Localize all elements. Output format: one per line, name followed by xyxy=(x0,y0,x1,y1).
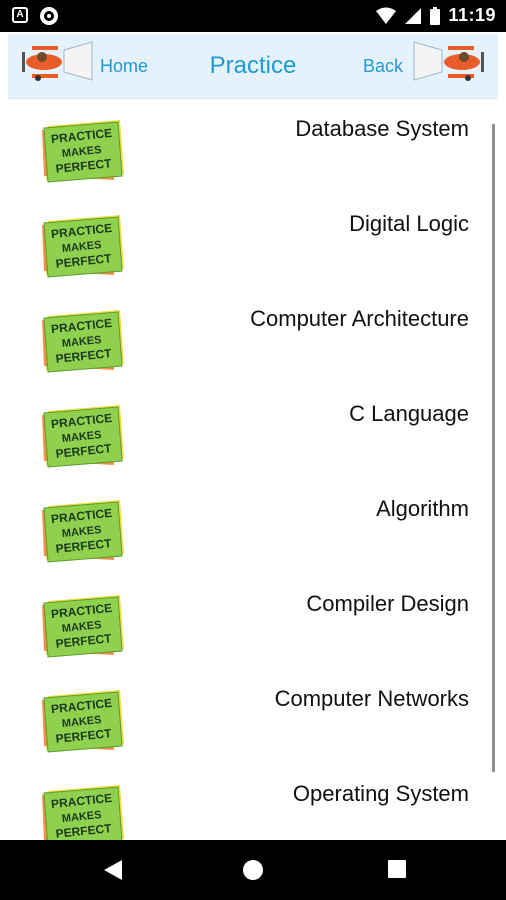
list-item[interactable]: PRACTICE MAKES PERFECT Computer Networks xyxy=(0,668,506,763)
practice-makes-perfect-image: PRACTICE MAKES PERFECT xyxy=(42,120,124,183)
list-item[interactable]: PRACTICE MAKES PERFECT Database System xyxy=(0,98,506,193)
list-item[interactable]: PRACTICE MAKES PERFECT Digital Logic xyxy=(0,193,506,288)
nav-back-icon[interactable] xyxy=(102,858,124,882)
practice-makes-perfect-image: PRACTICE MAKES PERFECT xyxy=(42,595,124,658)
list-item[interactable]: PRACTICE MAKES PERFECT Operating System xyxy=(0,763,506,840)
system-navigation-bar xyxy=(0,840,506,900)
practice-makes-perfect-image: PRACTICE MAKES PERFECT xyxy=(42,310,124,373)
clock: 11:19 xyxy=(448,5,496,25)
signal-icon xyxy=(405,7,422,24)
list-item-label: Computer Architecture xyxy=(250,306,469,331)
status-bar: A 11:19 xyxy=(0,0,506,32)
topic-list: PRACTICE MAKES PERFECT Database System P… xyxy=(0,98,506,840)
list-item[interactable]: PRACTICE MAKES PERFECT Computer Architec… xyxy=(0,288,506,383)
practice-makes-perfect-image: PRACTICE MAKES PERFECT xyxy=(42,785,124,840)
list-item-label: Digital Logic xyxy=(349,211,469,236)
list-item-label: Compiler Design xyxy=(306,591,469,616)
list-item-label: Computer Networks xyxy=(274,686,469,711)
biplane-right-icon xyxy=(413,41,484,81)
practice-makes-perfect-image: PRACTICE MAKES PERFECT xyxy=(42,690,124,753)
wifi-icon xyxy=(376,7,397,24)
notification-a-icon: A xyxy=(12,7,28,23)
back-link[interactable]: Back xyxy=(363,56,403,77)
practice-makes-perfect-image: PRACTICE MAKES PERFECT xyxy=(42,215,124,278)
sync-status-icon xyxy=(40,7,58,25)
nav-home-icon[interactable] xyxy=(241,858,265,882)
nav-recents-icon[interactable] xyxy=(386,858,408,880)
list-item[interactable]: PRACTICE MAKES PERFECT C Language xyxy=(0,383,506,478)
practice-makes-perfect-image: PRACTICE MAKES PERFECT xyxy=(42,500,124,563)
app-header: Home Practice Back xyxy=(8,34,498,99)
list-item-label: C Language xyxy=(349,401,469,426)
list-item-label: Database System xyxy=(295,116,469,141)
list-item-label: Algorithm xyxy=(376,496,469,521)
scrollbar[interactable] xyxy=(492,124,495,772)
list-item[interactable]: PRACTICE MAKES PERFECT Compiler Design xyxy=(0,573,506,668)
battery-icon xyxy=(430,6,441,25)
list-item[interactable]: PRACTICE MAKES PERFECT Algorithm xyxy=(0,478,506,573)
practice-makes-perfect-image: PRACTICE MAKES PERFECT xyxy=(42,405,124,468)
list-item-label: Operating System xyxy=(292,781,469,806)
